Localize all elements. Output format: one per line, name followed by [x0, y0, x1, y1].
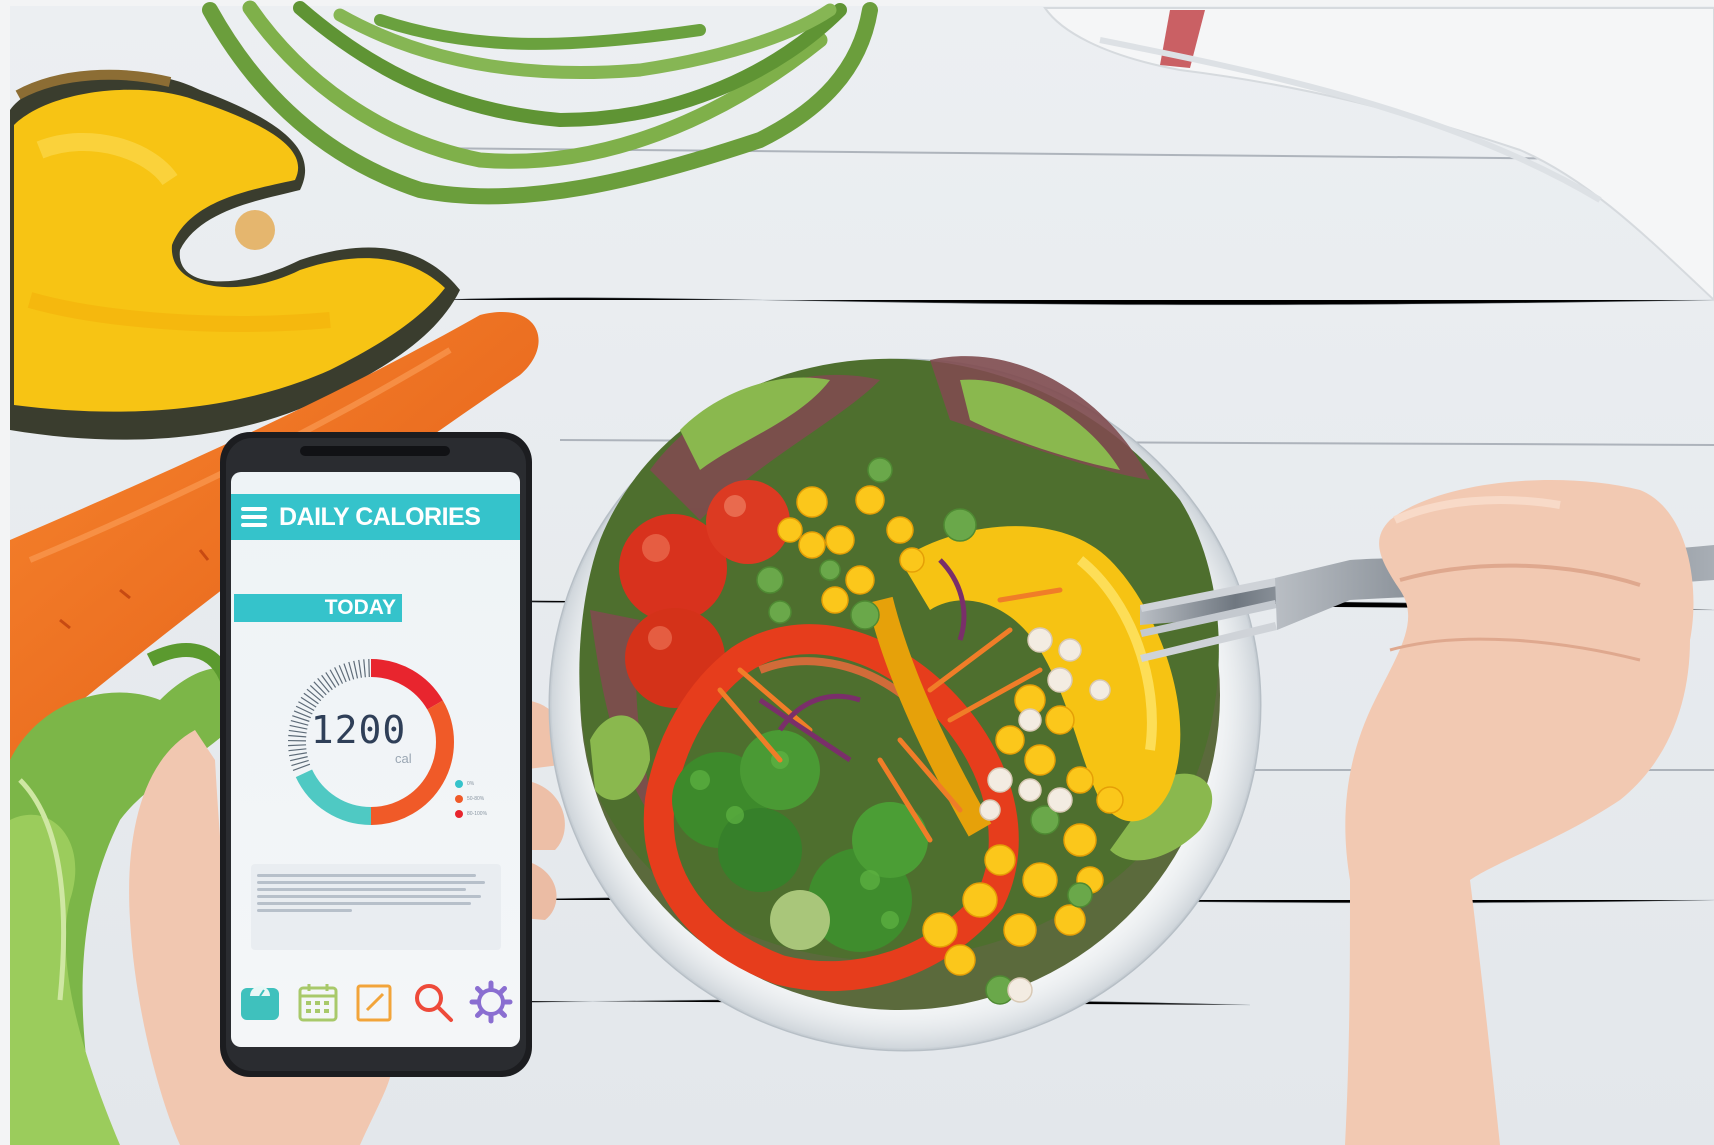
gauge-tick [329, 669, 340, 686]
legend-label: 80-100% [467, 810, 488, 817]
calories-value: 1200 [310, 708, 407, 752]
placeholder-text-block [251, 864, 501, 950]
phone-screen: DAILY CALORIES TODAY 1200 cal 0% 50-80% … [231, 472, 520, 1047]
calendar-icon[interactable] [296, 980, 340, 1024]
gauge-tick [358, 659, 362, 678]
gauge-tick [317, 678, 330, 693]
legend-item: 50-80% [455, 791, 487, 806]
gauge-tick [348, 661, 355, 680]
legend-dot [455, 779, 463, 788]
search-icon[interactable] [411, 980, 455, 1024]
gauge-tick [309, 684, 324, 699]
legend-dot [455, 809, 463, 818]
scale-icon[interactable] [238, 980, 282, 1024]
notes-icon[interactable] [353, 980, 397, 1024]
gauge-tick [363, 659, 366, 678]
salad-bowl [548, 356, 1262, 1052]
legend-dot [455, 794, 463, 803]
gauge-tick [289, 756, 308, 762]
calories-unit: cal [395, 751, 412, 766]
today-tab[interactable]: TODAY [234, 594, 402, 622]
menu-icon[interactable] [241, 507, 267, 527]
gauge-legend: 0% 50-80% 80-100% [455, 776, 487, 821]
gauge-tick [306, 688, 322, 702]
gauge-tick [321, 674, 333, 691]
gauge-tick [289, 752, 307, 757]
gauge-tick [292, 763, 311, 771]
gauge-tick [313, 681, 327, 696]
gauge-tick [353, 660, 359, 679]
legend-label: 50-80% [467, 795, 485, 802]
legend-item: 0% [455, 776, 487, 791]
gauge-tick [303, 692, 319, 705]
app-title: DAILY CALORIES [279, 502, 481, 531]
settings-icon[interactable] [469, 980, 513, 1024]
gauge-arc-red [370, 659, 443, 710]
gauge-arc-teal [295, 769, 372, 825]
gauge-tick [291, 759, 309, 767]
gauge-tick [300, 696, 317, 708]
bottom-nav [231, 972, 520, 1032]
app-header: DAILY CALORIES [231, 494, 520, 540]
legend-item: 80-100% [455, 806, 487, 821]
gauge-tick [325, 672, 337, 688]
legend-label: 0% [467, 780, 475, 787]
